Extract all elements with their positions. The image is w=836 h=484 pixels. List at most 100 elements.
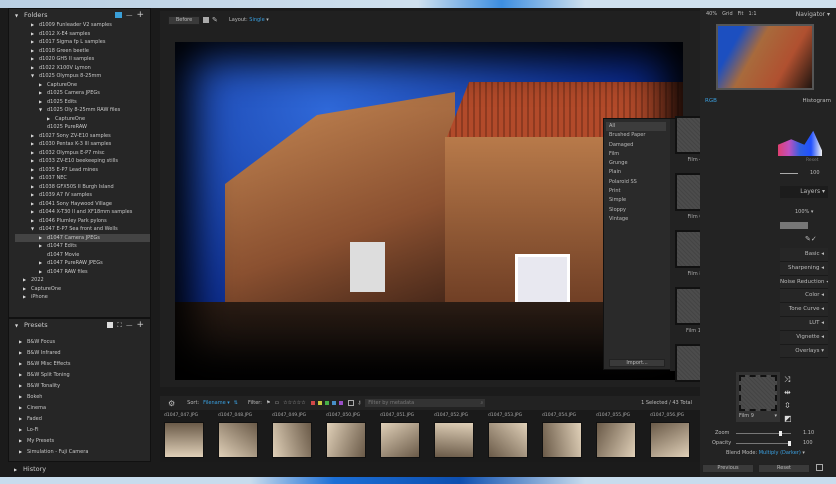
panel-toggle-icon[interactable] <box>816 464 823 471</box>
expand-arrow-icon[interactable]: ▶ <box>31 183 36 192</box>
section-header[interactable]: Color ◂ <box>780 289 828 304</box>
minus-icon[interactable]: — <box>126 11 133 19</box>
filmstrip-thumbnail[interactable] <box>488 422 528 458</box>
folder-item[interactable]: ▶ CaptureOne <box>15 115 150 124</box>
filmstrip-thumbnail[interactable] <box>218 422 258 458</box>
histogram-title[interactable]: Histogram <box>802 98 831 104</box>
folder-item[interactable]: ▶ d1017 Sigma fp L samples <box>15 38 150 47</box>
preset-category[interactable]: ▶ B&W Split Toning <box>19 370 150 381</box>
expand-arrow-icon[interactable]: ▶ <box>39 81 44 90</box>
folder-item[interactable]: ▶ d1047 RAW files <box>15 268 150 277</box>
folder-item[interactable]: ▶ d1047 PureRAW JPEGs <box>15 259 150 268</box>
expand-arrow-icon[interactable]: ▶ <box>39 98 44 107</box>
folder-item[interactable]: ▶ d1035 E-P7 Lead mines <box>15 166 150 175</box>
flip-vertical-icon[interactable]: ⇳ <box>784 399 792 412</box>
invert-icon[interactable]: ◩ <box>784 412 792 425</box>
add-icon[interactable]: + <box>136 320 144 330</box>
fit-button[interactable]: Fit <box>738 11 744 17</box>
expand-arrow-icon[interactable]: ▶ <box>39 259 44 268</box>
section-header[interactable]: Noise Reduction ◂ <box>780 275 828 290</box>
presets-header[interactable]: ▼ Presets ⛶ — + <box>9 319 150 331</box>
color-filter-swatch[interactable] <box>323 400 330 406</box>
expand-arrow-icon[interactable]: ▶ <box>39 268 44 277</box>
flag-filter-icon[interactable]: ⚑ <box>266 400 270 406</box>
collapse-arrow-icon[interactable]: ▼ <box>31 72 36 81</box>
preset-category[interactable]: ▶ B&W Focus <box>19 337 150 348</box>
preset-category[interactable]: ▶ Lo-Fi <box>19 425 150 436</box>
navigator-title[interactable]: Navigator ▾ <box>796 11 830 18</box>
minus-icon[interactable]: — <box>126 321 133 329</box>
preset-category[interactable]: ▶ B&W Infrared <box>19 348 150 359</box>
folder-browser-icon[interactable] <box>114 12 122 18</box>
zoom-slider[interactable] <box>736 431 791 436</box>
layers-header[interactable]: Layers ▾ <box>780 186 828 198</box>
expand-arrow-icon[interactable]: ▶ <box>31 149 36 158</box>
overlay-category[interactable]: Polaroid SS <box>606 178 666 187</box>
navigator-preview[interactable] <box>716 24 814 90</box>
expand-arrow-icon[interactable]: ▶ <box>31 140 36 149</box>
folder-item[interactable]: ▶ d1032 Olympus E-P7 misc <box>15 149 150 158</box>
folder-item[interactable]: ▶ d1018 Green beetle <box>15 47 150 56</box>
comment-filter-icon[interactable]: ▭ <box>274 400 279 406</box>
overlay-category[interactable]: Damaged <box>606 141 666 150</box>
folder-item[interactable]: ▶ d1030 Pentax K-3 III samples <box>15 140 150 149</box>
overlay-category[interactable]: Simple <box>606 196 666 205</box>
filmstrip-thumbnail[interactable] <box>542 422 582 458</box>
overlay-category[interactable]: Plain <box>606 168 666 177</box>
folder-item[interactable]: ▶ d1047 Edits <box>15 242 150 251</box>
histogram-slider[interactable] <box>780 173 798 174</box>
grid-button[interactable]: Grid <box>722 11 733 17</box>
overlay-category[interactable]: Vintage <box>606 215 666 224</box>
folder-item[interactable]: ▶ CaptureOne <box>15 81 150 90</box>
preset-category[interactable]: ▶ Bokeh <box>19 392 150 403</box>
filmstrip-thumbnail[interactable] <box>596 422 636 458</box>
section-header[interactable]: Overlays ▾ <box>780 344 828 359</box>
opacity-slider-handle[interactable] <box>788 441 791 446</box>
expand-arrow-icon[interactable]: ▶ <box>31 166 36 175</box>
expand-arrow-icon[interactable]: ▶ <box>31 47 36 56</box>
import-button[interactable]: Import... <box>609 359 665 367</box>
before-button[interactable]: Before <box>168 16 200 25</box>
folder-item[interactable]: ▶ d1027 Sony ZV-E10 samples <box>15 132 150 141</box>
expand-arrow-icon[interactable]: ▶ <box>31 157 36 166</box>
filmstrip-thumbnail[interactable] <box>326 422 366 458</box>
preset-category[interactable]: ▶ Faded <box>19 414 150 425</box>
folder-item[interactable]: ▶ CaptureOne <box>15 285 150 294</box>
section-header[interactable]: Sharpening ◂ <box>780 261 828 276</box>
expand-arrow-icon[interactable]: ▶ <box>31 64 36 73</box>
previous-button[interactable]: Previous <box>702 464 754 473</box>
overlay-name-dropdown[interactable]: Film 9 ▾ <box>739 413 777 419</box>
overlay-category[interactable]: Print <box>606 187 666 196</box>
expand-arrow-icon[interactable]: ▶ <box>31 217 36 226</box>
color-filter-swatch[interactable] <box>309 400 316 406</box>
grid-view-icon[interactable] <box>107 322 114 328</box>
folder-item[interactable]: ▶ d1037 NEC <box>15 174 150 183</box>
settings-gear-icon[interactable]: ⚙ <box>168 399 175 408</box>
flip-horizontal-icon[interactable]: ⇹ <box>784 386 792 399</box>
preset-category[interactable]: ▶ B&W Tonality <box>19 381 150 392</box>
folder-item[interactable]: ▶ d1012 X-E4 samples <box>15 30 150 39</box>
overlay-category[interactable]: Brushed Paper <box>606 131 666 140</box>
reset-button[interactable]: Reset <box>758 464 810 473</box>
expand-arrow-icon[interactable]: ▶ <box>31 208 36 217</box>
folder-item[interactable]: ▶ d1041 Sony Haywood Village <box>15 200 150 209</box>
expand-arrow-icon[interactable]: ▶ <box>23 293 28 302</box>
folder-item[interactable]: ▶ d1044 X-T30 II and XF18mm samples <box>15 208 150 217</box>
overlay-category[interactable]: Grunge <box>606 159 666 168</box>
folder-item[interactable]: d1047 Movie <box>15 251 150 260</box>
overlay-category[interactable]: Film <box>606 150 666 159</box>
folder-item[interactable]: ▶ d1039 A7 IV samples <box>15 191 150 200</box>
expand-arrow-icon[interactable]: ▶ <box>39 242 44 251</box>
expand-arrow-icon[interactable]: ▶ <box>31 174 36 183</box>
folder-item[interactable]: ▶ d1009 Funleader V2 samples <box>15 21 150 30</box>
expand-arrow-icon[interactable]: ▶ <box>31 55 36 64</box>
preset-category[interactable]: ▶ Simulation - Fuji Camera <box>19 447 150 458</box>
folder-item[interactable]: ▶ 2022 <box>15 276 150 285</box>
add-icon[interactable]: + <box>136 10 144 20</box>
expand-arrow-icon[interactable]: ▶ <box>23 285 28 294</box>
expand-icon[interactable]: ⛶ <box>117 321 122 330</box>
folder-item[interactable]: ▶ d1038 GFX50S II Burgh Island <box>15 183 150 192</box>
metadata-search-input[interactable]: Filter by metadata ⌕ <box>365 399 486 407</box>
compare-icon[interactable] <box>203 17 209 23</box>
history-header[interactable]: ▶ History <box>8 463 151 475</box>
